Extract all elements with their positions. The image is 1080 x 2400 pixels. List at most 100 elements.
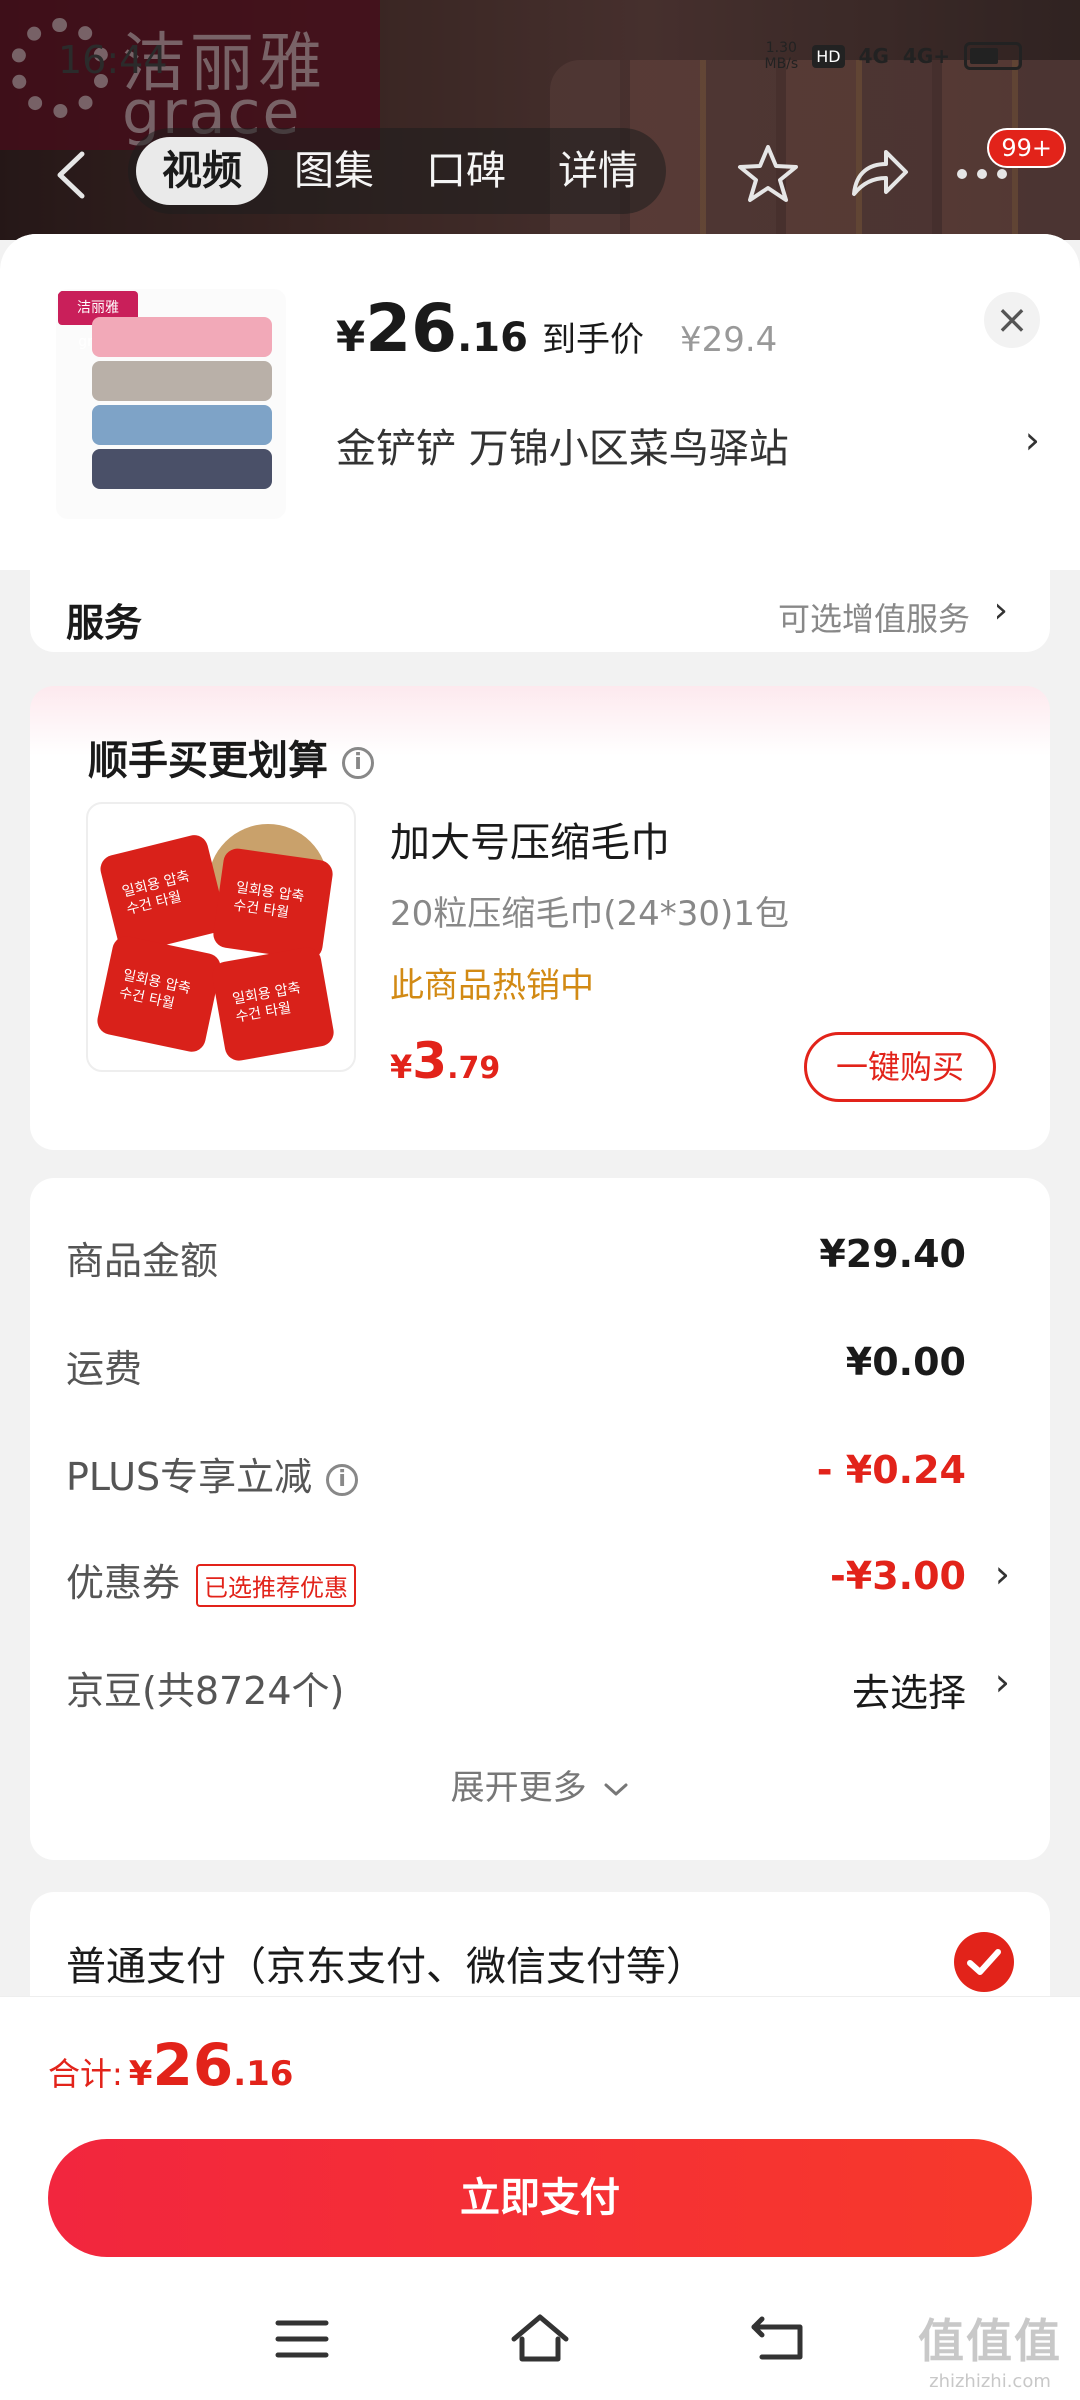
service-label: 服务	[66, 601, 143, 645]
chevron-right-icon: ›	[994, 1660, 1010, 1704]
towel-pink	[92, 317, 272, 357]
payment-method-label: 普通支付（京东支付、微信支付等）	[66, 1944, 706, 1990]
expand-more-label: 展开更多	[450, 1768, 587, 1808]
nav-tabs: 视频 图集 口碑 详情	[128, 128, 666, 214]
net-speed: 1.30 MB/s	[764, 40, 799, 72]
towel-blue	[92, 405, 272, 445]
upsell-price: ¥ 3 .79	[390, 1032, 500, 1090]
final-price: ¥ 26 .16 到手价 ¥29.4	[336, 290, 777, 367]
sheet-header: 洁丽雅grace ¥ 26 .16 到手价 ¥29.4 × 金铲铲 万锦小区菜鸟…	[0, 234, 1080, 570]
battery-icon	[964, 42, 1022, 70]
jd-beans-select: 去选择	[851, 1671, 966, 1715]
upsell-hot-tag: 此商品热销中	[390, 966, 594, 1006]
back-nav-icon[interactable]	[748, 2311, 812, 2367]
close-button[interactable]: ×	[984, 292, 1040, 348]
shipping-label: 运费	[66, 1347, 143, 1391]
original-price: ¥29.4	[679, 320, 778, 360]
upsell-price-integer: 3	[412, 1032, 448, 1090]
checkmark-icon[interactable]	[954, 1932, 1014, 1992]
upsell-title: 顺手买更划算 i	[88, 728, 374, 786]
towel-navy	[92, 449, 272, 489]
total-label: 合计:	[48, 2055, 123, 2093]
expand-more-button[interactable]: 展开更多	[30, 1760, 1050, 1809]
shipping-value: ¥0.00	[845, 1340, 966, 1384]
menu-icon[interactable]	[270, 2311, 334, 2367]
favorite-star-icon[interactable]	[736, 142, 800, 206]
info-icon[interactable]: i	[326, 1463, 359, 1496]
coupon-row[interactable]: 优惠券 已选推荐优惠 -¥3.00 ›	[66, 1552, 1010, 1612]
tab-video[interactable]: 视频	[136, 137, 268, 205]
status-icons: 1.30 MB/s HD 4G 4G+	[764, 40, 1022, 72]
total-integer: 26	[152, 2031, 234, 2099]
towel-pack: 일회용 압축 수건 타월	[211, 846, 335, 962]
total-symbol: ¥	[128, 2054, 153, 2094]
info-icon[interactable]: i	[342, 747, 374, 779]
price-label: 到手价	[541, 320, 644, 360]
towel-pack: 일회용 압축 수건 타월	[210, 945, 336, 1063]
status-time: 16:44	[58, 38, 168, 82]
price-decimal: .16	[457, 315, 528, 361]
plus-discount-text: PLUS专享立减	[66, 1455, 313, 1499]
product-nav-bar: 视频 图集 口碑 详情 99+	[0, 128, 1080, 218]
watermark-url: zhizhizhi.com	[929, 2371, 1051, 2392]
chevron-right-icon[interactable]: ›	[1025, 418, 1040, 462]
service-value: 可选增值服务	[777, 600, 970, 638]
chevron-down-icon	[604, 1783, 628, 1795]
towel-pack: 일회용 압축 수건 타월	[97, 832, 229, 956]
hd-badge: HD	[812, 44, 845, 68]
pay-now-button[interactable]: 立即支付	[48, 2139, 1032, 2257]
plus-discount-value: - ¥0.24	[816, 1448, 966, 1492]
subtotal-row: 商品金额 ¥29.40	[66, 1230, 1010, 1290]
checkout-sheet: 洁丽雅grace ¥ 26 .16 到手价 ¥29.4 × 金铲铲 万锦小区菜鸟…	[0, 234, 1080, 2400]
signal-4g-icon: 4G	[858, 44, 889, 68]
coupon-label: 优惠券 已选推荐优惠	[66, 1552, 357, 1607]
shipping-row: 运费 ¥0.00	[66, 1338, 1010, 1398]
tab-gallery[interactable]: 图集	[268, 137, 400, 205]
home-icon[interactable]	[508, 2311, 572, 2367]
chevron-right-icon: ›	[994, 1552, 1010, 1596]
delivery-address[interactable]: 金铲铲 万锦小区菜鸟驿站	[336, 416, 789, 474]
towel-pack: 일회용 압축 수건 타월	[94, 933, 224, 1055]
pack-label: 일회용 압축 수건 타월	[231, 980, 302, 1026]
price-symbol: ¥	[336, 312, 366, 361]
total-amount: 合计: ¥ 26 .16	[48, 2031, 293, 2099]
checkout-footer: 合计: ¥ 26 .16 立即支付 值值值 zhizhizhi.com	[0, 1996, 1080, 2400]
subtotal-value: ¥29.40	[819, 1232, 966, 1276]
upsell-product-image[interactable]: 일회용 압축 수건 타월 일회용 압축 수건 타월 일회용 압축 수건 타월 일회용 …	[86, 802, 356, 1072]
upsell-price-symbol: ¥	[390, 1048, 413, 1086]
subtotal-label: 商品金额	[66, 1239, 219, 1283]
one-click-buy-button[interactable]: 一键购买	[804, 1032, 996, 1102]
coupon-text: 优惠券	[66, 1561, 181, 1605]
close-icon: ×	[995, 297, 1029, 343]
jd-beans-row[interactable]: 京豆(共8724个) 去选择 ›	[66, 1660, 1010, 1720]
upsell-card: 顺手买更划算 i 일회용 압축 수건 타월 일회용 압축 수건 타월 일회용 압축 수건…	[30, 686, 1050, 1150]
cart-badge: 99+	[987, 128, 1066, 168]
chevron-right-icon: ›	[993, 590, 1008, 631]
status-bar: 16:44 1.30 MB/s HD 4G 4G+	[0, 30, 1080, 90]
pack-label: 일회용 압축 수건 타월	[117, 967, 193, 1013]
back-icon[interactable]	[52, 150, 92, 200]
check-svg	[967, 1949, 1001, 1975]
towel-grey	[92, 361, 272, 401]
total-decimal: .16	[233, 2054, 294, 2094]
pack-label: 일회용 압축 수건 타월	[232, 879, 306, 922]
jd-beans-label: 京豆(共8724个)	[66, 1669, 345, 1713]
order-summary-card: 商品金额 ¥29.40 运费 ¥0.00 PLUS专享立减 i - ¥0.24 优…	[30, 1178, 1050, 1860]
share-icon[interactable]	[846, 142, 910, 206]
price-integer: 26	[365, 290, 458, 367]
product-thumbnail: 洁丽雅grace	[56, 289, 286, 519]
watermark-logo: 值值值	[918, 2314, 1062, 2368]
upsell-price-decimal: .79	[447, 1051, 501, 1086]
upsell-product-name[interactable]: 加大号压缩毛巾	[390, 810, 670, 868]
upsell-title-text: 顺手买更划算	[88, 738, 328, 784]
plus-discount-label: PLUS专享立减 i	[66, 1446, 359, 1501]
signal-4g-plus-icon: 4G+	[902, 44, 950, 68]
tab-reviews[interactable]: 口碑	[400, 137, 532, 205]
plus-discount-row: PLUS专享立减 i - ¥0.24	[66, 1446, 1010, 1506]
watermark: 值值值 zhizhizhi.com	[918, 2305, 1062, 2392]
coupon-tag: 已选推荐优惠	[196, 1564, 357, 1607]
pack-label: 일회용 압축 수건 타월	[120, 868, 192, 918]
upsell-product-spec: 20粒压缩毛巾(24*30)1包	[390, 894, 789, 934]
tab-details[interactable]: 详情	[532, 137, 664, 205]
coupon-value: -¥3.00	[830, 1554, 966, 1598]
